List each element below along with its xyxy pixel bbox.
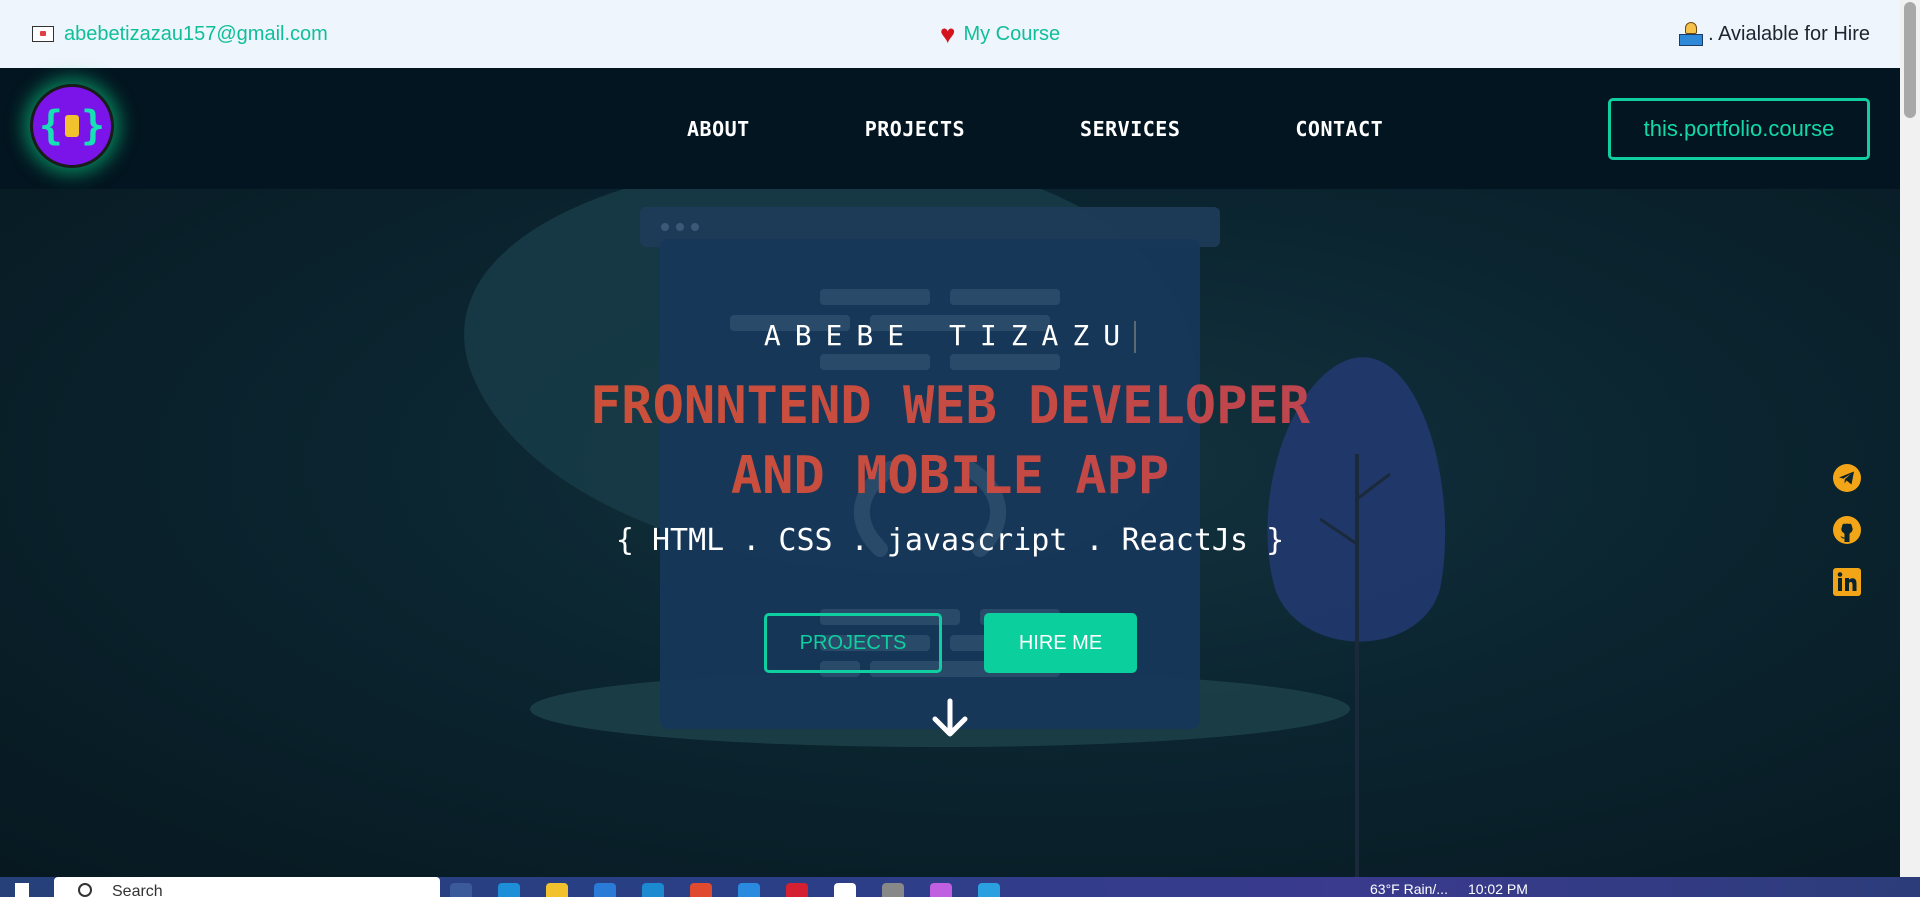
- logo-figure-icon: [65, 115, 79, 137]
- filezilla-icon[interactable]: [786, 883, 808, 897]
- taskbar-apps: [450, 883, 1000, 897]
- app-icon[interactable]: [834, 883, 856, 897]
- email-text[interactable]: abebetizazau157@gmail.com: [64, 23, 328, 46]
- search-icon: [78, 883, 92, 897]
- os-taskbar: Search 63°F Rain/... 10:02 PM: [0, 877, 1920, 897]
- vscode-icon[interactable]: [738, 883, 760, 897]
- github-icon[interactable]: [1832, 515, 1862, 545]
- chrome-icon[interactable]: [690, 883, 712, 897]
- site-logo[interactable]: {}: [30, 84, 114, 168]
- logo-brace-left-icon: {: [38, 103, 63, 149]
- nav-contact[interactable]: CONTACT: [1295, 117, 1383, 141]
- windows-icon: [15, 883, 29, 897]
- nav-links: ABOUT PROJECTS SERVICES CONTACT: [687, 68, 1383, 189]
- edge-icon[interactable]: [498, 883, 520, 897]
- envelope-icon: [32, 26, 54, 42]
- linkedin-icon[interactable]: [1832, 567, 1862, 597]
- nav-about[interactable]: ABOUT: [687, 117, 750, 141]
- hero-name: ABEBE TIZAZU: [0, 319, 1900, 353]
- heart-icon: ♥: [940, 19, 956, 49]
- nav-services[interactable]: SERVICES: [1080, 117, 1180, 141]
- store-icon[interactable]: [594, 883, 616, 897]
- file-explorer-icon[interactable]: [546, 883, 568, 897]
- social-links: [1832, 463, 1862, 597]
- telegram-app-icon[interactable]: [978, 883, 1000, 897]
- telegram-icon[interactable]: [1832, 463, 1862, 493]
- hero-role-line2: AND MOBILE APP: [730, 446, 1170, 506]
- terminal-icon[interactable]: [882, 883, 904, 897]
- hire-status-text: . Avialable for Hire: [1708, 22, 1870, 45]
- clock-text[interactable]: 10:02 PM: [1468, 881, 1528, 897]
- main-navbar: {} ABOUT PROJECTS SERVICES CONTACT this.…: [0, 68, 1900, 189]
- hero-content: ABEBE TIZAZU FRONNTEND WEB DEVELOPER AND…: [0, 189, 1900, 877]
- hero-role: FRONNTEND WEB DEVELOPER AND MOBILE APP: [0, 371, 1900, 511]
- nav-projects[interactable]: PROJECTS: [865, 117, 965, 141]
- hero-name-text: ABEBE TIZAZU: [763, 319, 1135, 352]
- weather-text[interactable]: 63°F Rain/...: [1370, 881, 1448, 897]
- taskbar-search-placeholder: Search: [112, 883, 163, 897]
- page-scrollbar[interactable]: [1900, 0, 1920, 877]
- tech-stack: { HTML . CSS . javascript . ReactJs }: [615, 523, 1285, 558]
- projects-button[interactable]: PROJECTS: [764, 613, 942, 673]
- email-contact[interactable]: abebetizazau157@gmail.com: [32, 23, 328, 46]
- my-course-label[interactable]: My Course: [963, 23, 1060, 46]
- hire-status: . Avialable for Hire: [1678, 22, 1870, 46]
- top-info-bar: abebetizazau157@gmail.com ♥ My Course . …: [0, 0, 1900, 68]
- typing-caret: [1134, 321, 1137, 353]
- arrow-down-icon[interactable]: [929, 697, 971, 739]
- system-tray: 63°F Rain/... 10:02 PM: [1370, 881, 1528, 897]
- podcast-icon[interactable]: [930, 883, 952, 897]
- start-button[interactable]: [0, 877, 44, 897]
- scrollbar-thumb[interactable]: [1904, 2, 1916, 118]
- task-view-icon[interactable]: [450, 883, 472, 897]
- logo-brace-right-icon: }: [81, 103, 106, 149]
- hire-me-button[interactable]: HIRE ME: [984, 613, 1137, 673]
- hero-role-line1: FRONNTEND WEB DEVELOPER: [589, 376, 1311, 436]
- portfolio-course-button[interactable]: this.portfolio.course: [1608, 98, 1870, 160]
- hero-section: ABEBE TIZAZU FRONNTEND WEB DEVELOPER AND…: [0, 189, 1900, 877]
- my-course-link[interactable]: ♥ My Course: [940, 21, 1060, 47]
- taskbar-search[interactable]: Search: [54, 877, 440, 897]
- hand-box-icon: [1678, 22, 1704, 46]
- mail-icon[interactable]: [642, 883, 664, 897]
